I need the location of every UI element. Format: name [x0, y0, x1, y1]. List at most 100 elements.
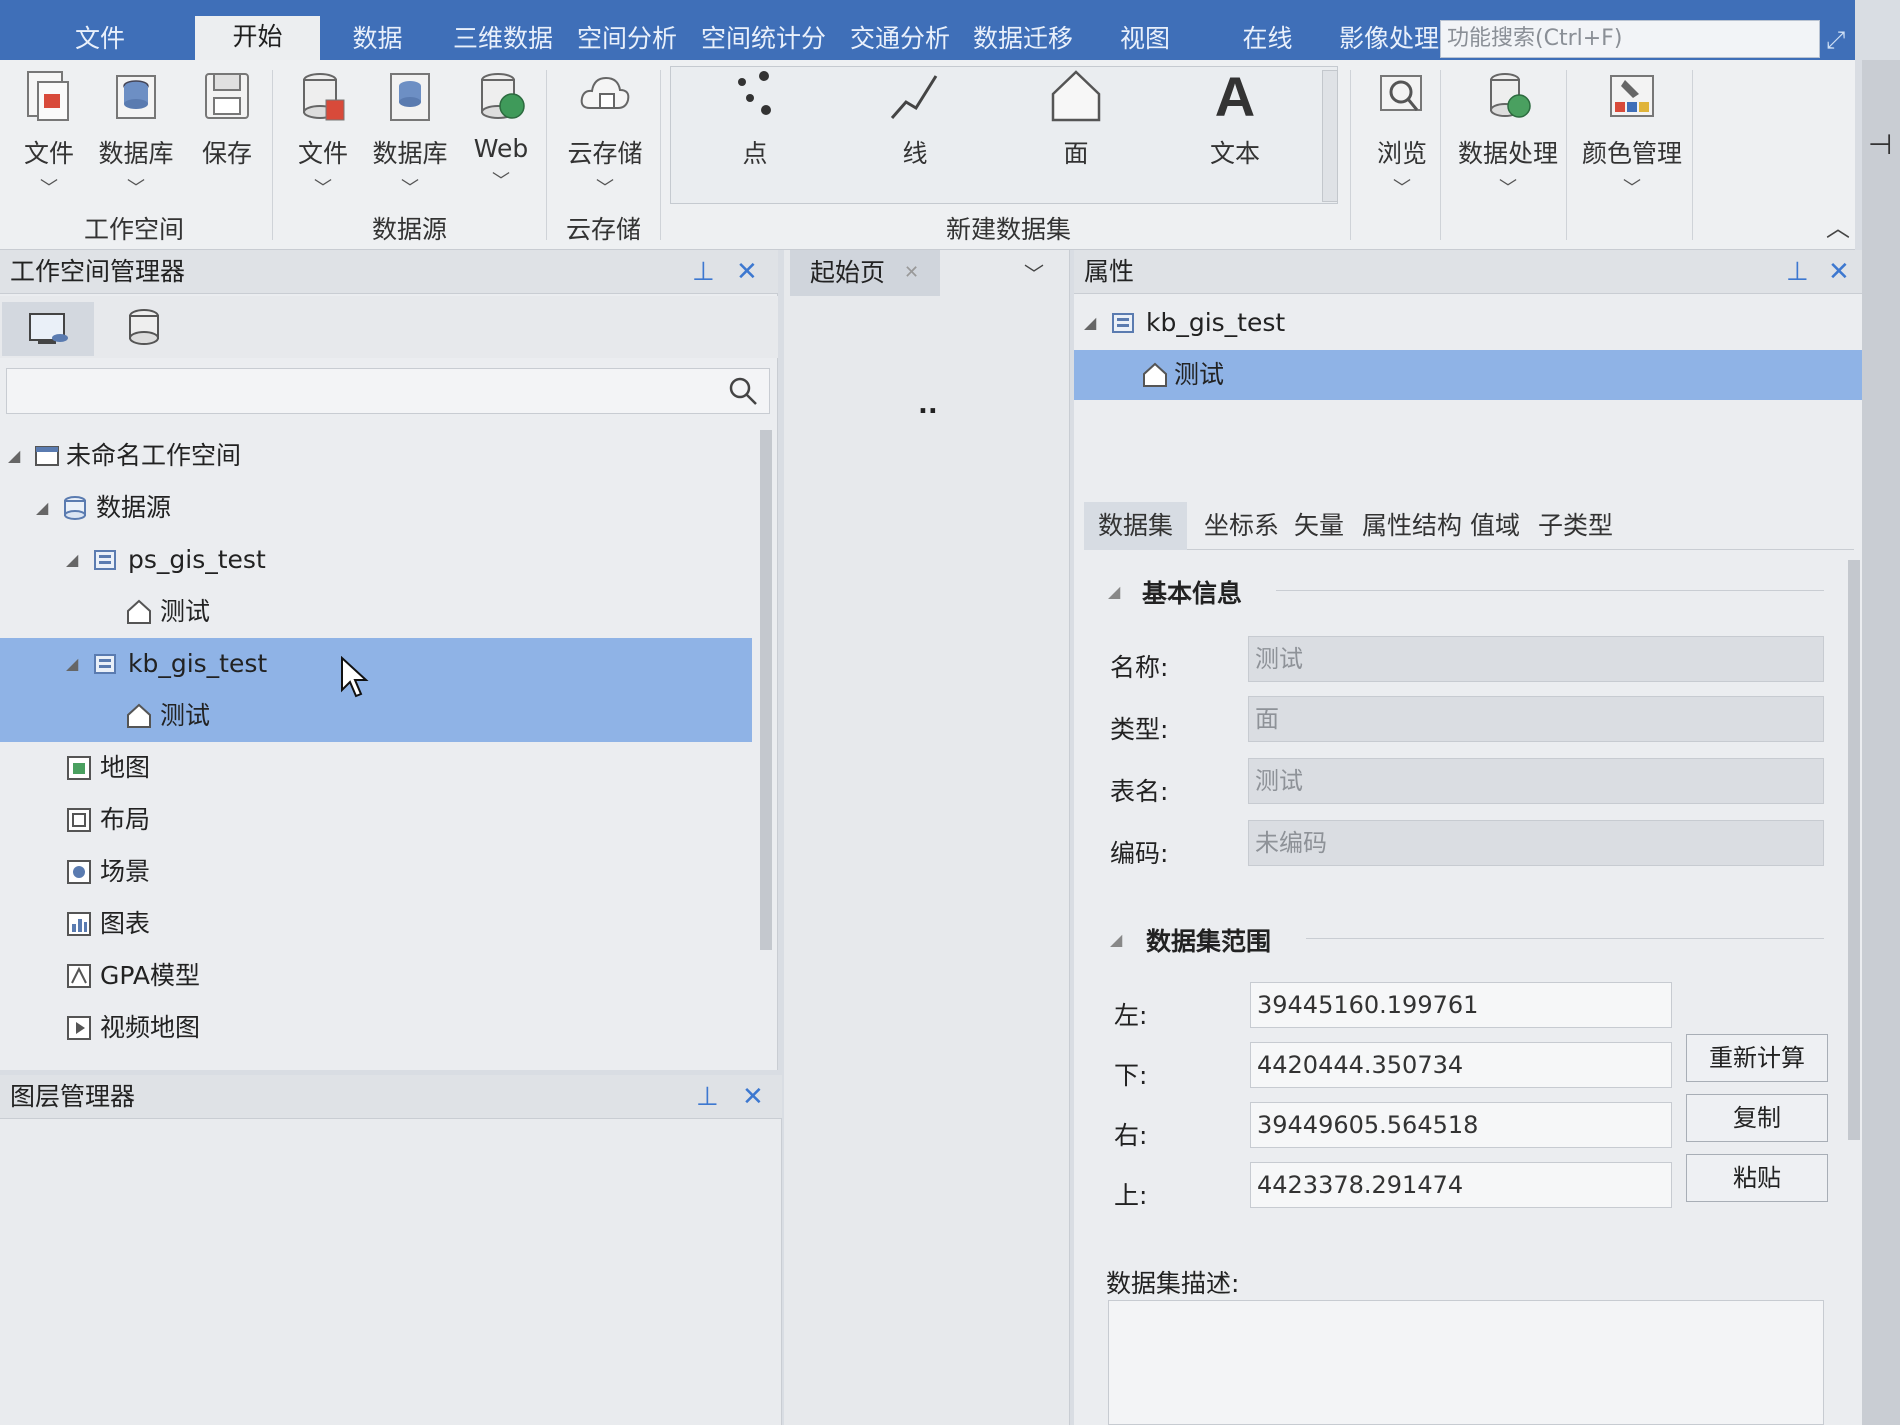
paste-button[interactable]: 粘贴 [1686, 1154, 1828, 1202]
tree-item-scenes[interactable]: 场景 [0, 846, 752, 898]
tab-vector[interactable]: 矢量 [1280, 502, 1358, 550]
tree-item-layouts[interactable]: 布局 [0, 794, 752, 846]
ribbon-separator [1566, 70, 1567, 240]
close-tab-icon[interactable]: ✕ [904, 250, 919, 296]
workspace-icon [35, 446, 59, 466]
bounds-right-field[interactable]: 39449605.564518 [1250, 1102, 1672, 1148]
menu-tab-data-migration[interactable]: 数据迁移 [968, 18, 1078, 60]
type-field[interactable]: 面 [1248, 696, 1824, 742]
group-label-new-dataset: 新建数据集 [946, 215, 1072, 244]
new-line-dataset-button[interactable]: 线 [875, 68, 955, 170]
name-field[interactable]: 测试 [1248, 636, 1824, 682]
menu-tab-home[interactable]: 开始 [195, 16, 320, 60]
datasource-web-button[interactable]: Web ﹀ [466, 68, 536, 193]
workspace-search-input[interactable] [6, 368, 770, 414]
tree-item-maps[interactable]: 地图 [0, 742, 752, 794]
function-search-input[interactable]: 功能搜索(Ctrl+F) [1440, 20, 1820, 58]
chevron-down-icon[interactable]: ﹀ [1024, 258, 1044, 287]
tree-item-gpa-models[interactable]: GPA模型 [0, 950, 752, 1002]
expand-arrow-icon[interactable]: ◢ [8, 430, 20, 482]
color-management-button[interactable]: 颜色管理 ﹀ [1576, 68, 1688, 200]
label-type: 类型: [1110, 715, 1169, 744]
gpa-model-icon [67, 964, 91, 988]
new-point-dataset-button[interactable]: 点 [715, 68, 795, 170]
tree-item-dataset-test-1[interactable]: 测试 [0, 586, 752, 638]
dock-pin-icon[interactable]: ⊣ [1868, 128, 1892, 161]
datasource-database-button[interactable]: 数据库 ﹀ [370, 68, 450, 200]
cloud-storage-button[interactable]: 云存储 ﹀ [560, 68, 650, 200]
bounds-top-field[interactable]: 4423378.291474 [1250, 1162, 1672, 1208]
label-right: 右: [1114, 1121, 1148, 1150]
workspace-tab-server[interactable] [98, 302, 190, 356]
bounds-bottom-field[interactable]: 4420444.350734 [1250, 1042, 1672, 1088]
close-icon[interactable]: ✕ [742, 1075, 764, 1119]
tree-item-charts[interactable]: 图表 [0, 898, 752, 950]
menu-tab-view[interactable]: 视图 [1105, 18, 1185, 60]
database-datasource-icon [94, 654, 116, 674]
property-tree-datasource[interactable]: ◢ kb_gis_test [1074, 298, 1862, 348]
ribbon-separator [660, 70, 661, 240]
chevron-down-icon: ﹀ [596, 178, 614, 199]
bounds-left-field[interactable]: 39445160.199761 [1250, 982, 1672, 1028]
browse-button[interactable]: 浏览 ﹀ [1362, 68, 1442, 200]
properties-scrollbar[interactable] [1848, 560, 1860, 1140]
data-processing-button[interactable]: 数据处理 ﹀ [1448, 68, 1568, 200]
property-tree-dataset[interactable]: 测试 [1074, 350, 1862, 400]
workspace-tree-scrollbar[interactable] [760, 430, 772, 950]
workspace-file-button[interactable]: 文件 ﹀ [14, 68, 84, 200]
tree-item-datasource-kb-gis-test[interactable]: ◢ kb_gis_test [0, 638, 752, 690]
tree-item-workspace[interactable]: ◢ 未命名工作空间 [0, 430, 752, 482]
collapse-ribbon-icon[interactable]: ︿ [1826, 208, 1850, 243]
close-icon[interactable]: ✕ [1828, 250, 1850, 294]
tree-item-video-maps[interactable]: 视频地图 [0, 1002, 752, 1054]
tab-start-page[interactable]: 起始页 ✕ [790, 250, 940, 296]
menu-tab-3d-data[interactable]: 三维数据 [448, 18, 558, 60]
menu-tab-spatial-analysis[interactable]: 空间分析 [572, 18, 682, 60]
expand-arrow-icon[interactable]: ◢ [66, 638, 78, 690]
region-icon [1049, 68, 1103, 126]
tab-dataset[interactable]: 数据集 [1084, 502, 1188, 550]
expand-arrow-icon[interactable]: ◢ [66, 534, 78, 586]
workspace-database-button[interactable]: 数据库 ﹀ [96, 68, 176, 200]
table-name-field[interactable]: 测试 [1248, 758, 1824, 804]
menu-tab-image-processing[interactable]: 影像处理 [1334, 18, 1444, 60]
layer-manager-panel: 图层管理器 ⊥ ✕ [0, 1075, 782, 1425]
tree-item-datasource-ps-gis-test[interactable]: ◢ ps_gis_test [0, 534, 752, 586]
datasource-file-button[interactable]: 文件 ﹀ [288, 68, 358, 200]
recalculate-button[interactable]: 重新计算 [1686, 1034, 1828, 1082]
window-restore-icon[interactable]: ⤢ [1826, 26, 1845, 54]
tree-item-dataset-test-2[interactable]: 测试 [0, 690, 752, 742]
encoding-field[interactable]: 未编码 [1248, 820, 1824, 866]
menu-tab-spatial-statistics[interactable]: 空间统计分 [696, 18, 831, 60]
copy-button[interactable]: 复制 [1686, 1094, 1828, 1142]
cloud-icon [578, 68, 632, 126]
file-icon [22, 68, 76, 126]
menu-tab-online[interactable]: 在线 [1225, 18, 1310, 60]
gallery-scrollbar[interactable] [1322, 70, 1338, 202]
database-datasource-icon [1112, 313, 1134, 333]
start-page-content: .. [918, 390, 938, 420]
new-text-dataset-button[interactable]: A 文本 [1195, 65, 1275, 170]
menu-tab-traffic-analysis[interactable]: 交通分析 [845, 18, 955, 60]
workspace-save-button[interactable]: 保存 [192, 68, 262, 170]
database-datasource-icon [94, 550, 116, 570]
menu-tab-file[interactable]: 文件 [40, 18, 160, 60]
pin-icon[interactable]: ⊥ [1786, 250, 1809, 294]
collapse-arrow-icon[interactable]: ◢ [1110, 930, 1122, 949]
workspace-tab-local[interactable] [2, 302, 94, 356]
new-region-dataset-button[interactable]: 面 [1036, 68, 1116, 170]
menu-tab-data[interactable]: 数据 [340, 18, 415, 60]
chevron-down-icon: ﹀ [1623, 178, 1641, 199]
pin-icon[interactable]: ⊥ [696, 1075, 719, 1119]
search-icon[interactable] [727, 375, 759, 407]
tree-item-datasources[interactable]: ◢ 数据源 [0, 482, 752, 534]
close-icon[interactable]: ✕ [736, 250, 758, 294]
tab-domain[interactable]: 值域 [1456, 502, 1534, 550]
pin-icon[interactable]: ⊥ [692, 250, 715, 294]
expand-arrow-icon[interactable]: ◢ [1084, 298, 1096, 348]
tab-coordinate-system[interactable]: 坐标系 [1190, 502, 1293, 550]
dataset-description-textarea[interactable] [1108, 1300, 1824, 1425]
tab-subtype[interactable]: 子类型 [1524, 502, 1627, 550]
expand-arrow-icon[interactable]: ◢ [36, 482, 48, 534]
collapse-arrow-icon[interactable]: ◢ [1108, 582, 1120, 601]
